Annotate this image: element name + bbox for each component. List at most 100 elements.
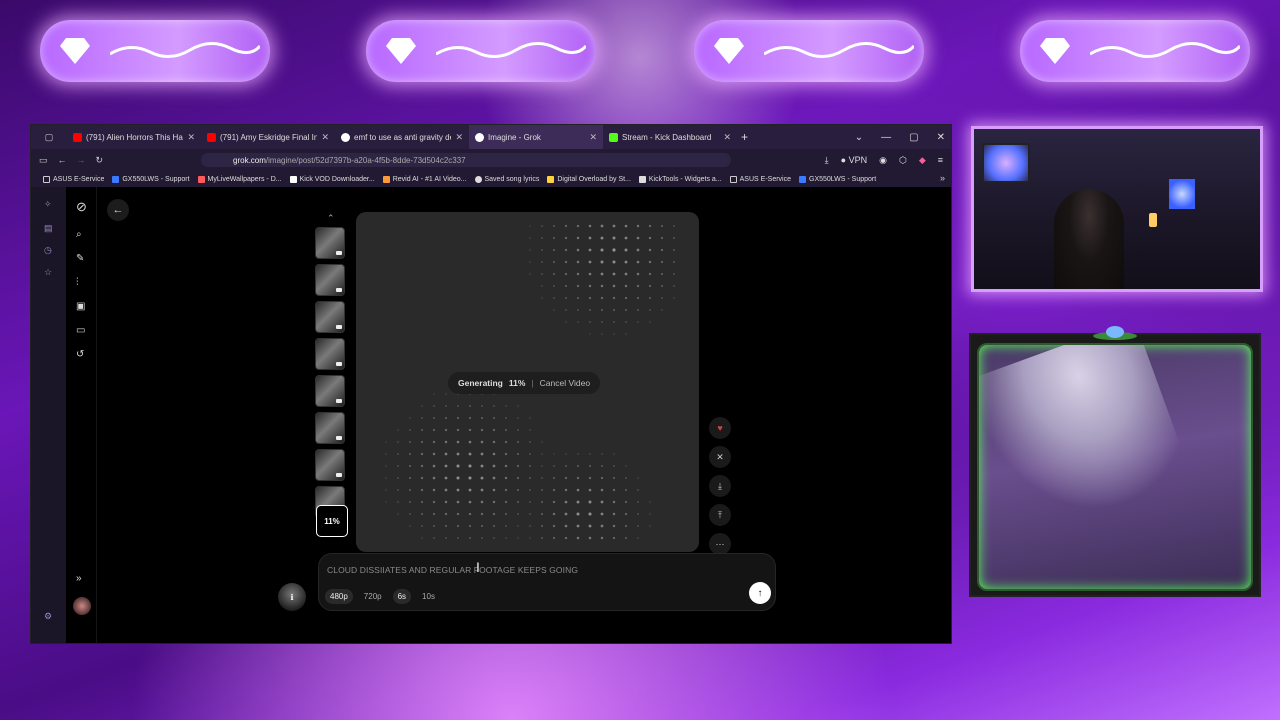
folder-icon[interactable]: ▭	[76, 325, 85, 336]
loading-dot	[541, 297, 543, 299]
diamond-icon	[386, 38, 416, 64]
star-icon[interactable]: ☆	[44, 267, 52, 278]
history-icon[interactable]: ◷	[44, 245, 52, 256]
loading-dot	[529, 273, 531, 275]
loading-dot	[517, 501, 519, 503]
bookmark-item[interactable]: Digital Overload by St...	[547, 175, 631, 183]
share-button[interactable]: ⤒	[709, 504, 731, 526]
extension-badge-icon[interactable]: ◆	[919, 155, 926, 166]
prompt-box[interactable]: CLOUD DISSIIATES AND REGULAR FOOTAGE KEE…	[318, 553, 776, 611]
close-icon[interactable]: ✕	[589, 132, 597, 143]
reload-icon[interactable]: ↻	[96, 155, 104, 166]
imagine-icon[interactable]: ▣	[76, 301, 85, 312]
loading-dot	[624, 512, 628, 516]
loading-dot	[649, 321, 651, 323]
source-image-avatar[interactable]: ℹ	[278, 583, 306, 611]
tab-list-icon[interactable]: ⌄	[855, 132, 863, 143]
close-icon[interactable]: ✕	[455, 132, 463, 143]
back-button[interactable]: ←	[107, 199, 129, 221]
minimize-button[interactable]: —	[881, 132, 891, 143]
back-arrow-icon[interactable]: ←	[58, 155, 67, 165]
tab-4[interactable]: Stream - Kick Dashboard ✕	[603, 125, 737, 149]
download-icon[interactable]: ⤓	[825, 155, 829, 166]
loading-dot	[492, 428, 496, 432]
prompt-input[interactable]: CLOUD DISSIIATES AND REGULAR FOOTAGE KEE…	[327, 565, 578, 575]
duration-10s[interactable]: 10s	[417, 589, 440, 604]
close-icon[interactable]: ✕	[723, 132, 731, 143]
close-icon[interactable]: ✕	[321, 132, 329, 143]
close-window-button[interactable]: ✕	[937, 132, 945, 143]
loading-dot	[649, 525, 651, 527]
tab-3[interactable]: Imagine - Grok ✕	[469, 125, 603, 149]
bookmark-item[interactable]: Revid AI - #1 AI Video...	[382, 175, 467, 183]
loading-dot	[480, 452, 484, 456]
expand-icon[interactable]: »	[76, 573, 82, 584]
video-thumbnail[interactable]	[315, 449, 345, 481]
send-button[interactable]: ↑	[749, 582, 771, 604]
voice-icon[interactable]: ⫶	[76, 277, 79, 288]
overlay-banner	[694, 20, 924, 82]
resolution-480p[interactable]: 480p	[325, 589, 353, 604]
video-thumbnail[interactable]	[315, 301, 345, 333]
generating-thumbnail[interactable]: 11%	[316, 505, 348, 537]
bookmark-item[interactable]: GX550LWS - Support	[799, 175, 876, 183]
loading-dot	[637, 501, 639, 503]
save-icon[interactable]: ▤	[44, 223, 53, 234]
forward-arrow-icon[interactable]: →	[77, 155, 86, 165]
loading-dot	[505, 525, 507, 527]
ai-icon[interactable]: ✧	[44, 199, 52, 210]
bookmark-item[interactable]: ASUS E-Service	[729, 175, 791, 183]
duration-6s[interactable]: 6s	[392, 589, 412, 604]
profile-icon[interactable]: ◉	[879, 155, 887, 166]
sidebar-toggle-icon[interactable]: ▭	[39, 155, 48, 166]
edit-icon[interactable]: ✎	[76, 253, 84, 264]
bookmark-item[interactable]: Kick VOD Downloader...	[289, 175, 375, 183]
bookmark-item[interactable]: GX550LWS - Support	[112, 175, 190, 183]
scroll-up-icon[interactable]: ⌃	[327, 213, 335, 224]
bookmark-item[interactable]: Saved song lyrics	[474, 175, 539, 183]
video-icon	[336, 436, 342, 440]
loading-dot	[540, 500, 544, 504]
maximize-button[interactable]: ▢	[909, 132, 918, 143]
loading-dot	[541, 465, 543, 467]
extensions-icon[interactable]: ⬡	[899, 155, 907, 166]
share-x-button[interactable]: ✕	[709, 446, 731, 468]
video-thumbnail[interactable]	[315, 412, 345, 444]
bookmark-item[interactable]: ASUS E-Service	[43, 175, 104, 183]
video-icon	[336, 362, 342, 366]
bookmark-item[interactable]: KickTools - Widgets a...	[638, 175, 722, 183]
settings-icon[interactable]: ⚙	[44, 611, 52, 622]
loading-dot	[493, 525, 495, 527]
video-thumbnail[interactable]	[315, 264, 345, 296]
history-icon[interactable]: ↺	[76, 349, 84, 360]
tab-0[interactable]: (791) Alien Horrors This Hallow ✕	[67, 125, 201, 149]
more-button[interactable]: ⋯	[709, 533, 731, 555]
url-field[interactable]: grok.com/imagine/post/52d7397b-a20a-4f5b…	[201, 153, 731, 167]
search-icon[interactable]: ⌕	[76, 229, 82, 240]
menu-icon[interactable]: ≡	[938, 155, 943, 165]
loading-dot	[541, 489, 543, 491]
close-icon[interactable]: ✕	[187, 132, 195, 143]
new-tab-button[interactable]: +	[741, 130, 748, 144]
download-button[interactable]: ⤓	[709, 475, 731, 497]
like-button[interactable]: ♥	[709, 417, 731, 439]
loading-dot	[493, 417, 495, 419]
loading-dot	[468, 488, 472, 492]
avatar[interactable]	[73, 597, 91, 615]
tab-2[interactable]: emf to use as anti gravity devic ✕	[335, 125, 469, 149]
video-thumbnail[interactable]	[315, 227, 345, 259]
page-content: ✧ ▤ ◷ ☆ ⚙ ⊘ ⌕ ✎ ⫶ ▣ ▭ ↺ » ← ⌃ 11% Genera…	[31, 187, 951, 643]
resolution-720p[interactable]: 720p	[359, 589, 387, 604]
workspaces-icon[interactable]: ▢	[45, 132, 54, 143]
cancel-video-button[interactable]: Cancel Video	[540, 378, 590, 388]
loading-dot	[649, 297, 651, 299]
video-thumbnail[interactable]	[315, 375, 345, 407]
loading-dot	[529, 249, 531, 251]
grok-logo-icon[interactable]: ⊘	[76, 199, 87, 215]
video-thumbnail[interactable]	[315, 338, 345, 370]
bookmark-item[interactable]: MyLiveWallpapers - D...	[197, 175, 282, 183]
more-bookmarks-icon[interactable]: »	[940, 173, 945, 183]
tab-1[interactable]: (791) Amy Eskridge Final Intervi ✕	[201, 125, 335, 149]
loading-dot	[480, 464, 484, 468]
vpn-button[interactable]: ● VPN	[841, 155, 867, 165]
